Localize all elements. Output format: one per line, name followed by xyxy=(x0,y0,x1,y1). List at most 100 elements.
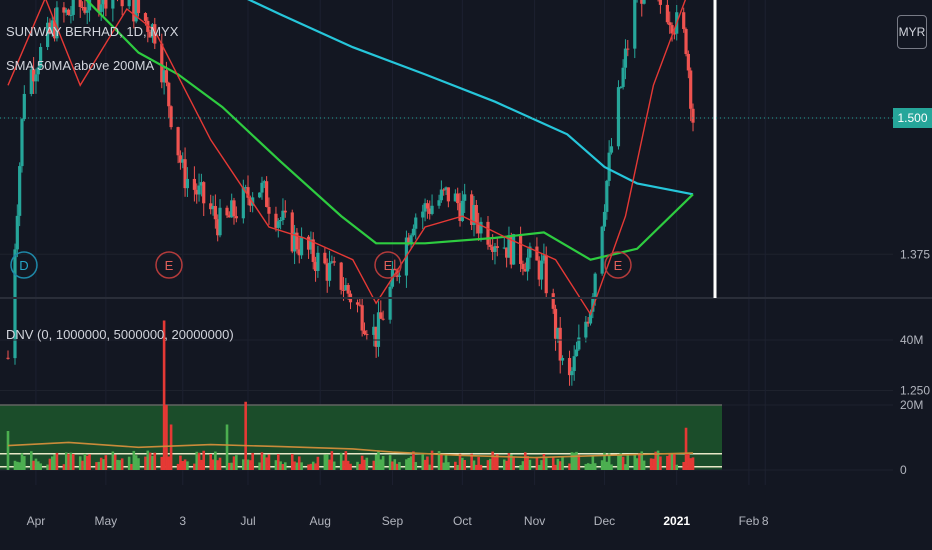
candle-body xyxy=(346,285,350,294)
candle-body xyxy=(258,192,262,198)
candle-body xyxy=(225,207,229,216)
volume-bar xyxy=(421,453,425,470)
volume-bar xyxy=(202,450,206,470)
volume-bar xyxy=(491,451,494,470)
indicator-title: SMA 50MA above 200MA xyxy=(6,58,155,73)
time-tick-label: Feb xyxy=(739,514,760,528)
candle-body xyxy=(425,203,429,209)
chart-header: SUNWAY BERHAD, 1D, MYX SMA 50MA above 20… xyxy=(6,24,178,73)
volume-bar xyxy=(537,464,541,470)
volume-bar xyxy=(130,463,133,470)
volume-bar xyxy=(461,457,464,470)
candle-body xyxy=(616,87,621,147)
candle-body xyxy=(120,0,124,7)
volume-bar xyxy=(23,456,26,470)
volume-bar xyxy=(127,456,131,470)
volume-bar xyxy=(314,463,317,470)
volume-axis-ticks: 40M 20M 0 xyxy=(900,333,923,477)
volume-bar xyxy=(260,452,264,470)
volume-bar xyxy=(88,454,91,470)
event-marker-label: E xyxy=(384,258,393,273)
volume-bar xyxy=(83,453,87,470)
volume-bar xyxy=(621,456,625,470)
candle-body xyxy=(600,226,604,274)
volume-bar xyxy=(265,457,268,470)
volume-bar xyxy=(505,460,508,470)
volume-tick-label: 0 xyxy=(900,463,907,477)
candle-body xyxy=(388,286,392,320)
volume-bar xyxy=(309,463,313,470)
volume-bar xyxy=(551,457,555,470)
volume-bar xyxy=(169,424,173,470)
candle-body xyxy=(127,0,131,7)
candle-body xyxy=(218,207,222,236)
chart-canvas: 1.6251.5001.3751.250 DEEE 40M20M0 AprMay… xyxy=(0,0,932,528)
volume-bar xyxy=(519,465,522,470)
volume-bar xyxy=(591,455,595,470)
volume-bar xyxy=(216,460,219,470)
candle-body xyxy=(213,205,217,220)
candle-body xyxy=(474,205,478,224)
volume-bar xyxy=(540,460,543,470)
candle-body xyxy=(283,210,287,213)
candle-body xyxy=(437,200,441,206)
volume-bar xyxy=(151,455,154,470)
time-axis-ticks: Apr May 3 Jul Aug Sep Oct Nov Dec 2021 Feb 8 xyxy=(27,514,769,528)
volume-bar xyxy=(554,464,557,470)
currency-badge[interactable]: MYR xyxy=(897,15,927,49)
volume-pane: 40M 20M 0 xyxy=(0,320,923,477)
volume-bar xyxy=(398,462,401,470)
volume-bar xyxy=(544,457,548,470)
volume-bar xyxy=(193,463,196,470)
candle-body xyxy=(167,82,171,107)
volume-bar xyxy=(346,460,350,470)
volume-bar xyxy=(263,454,266,470)
volume-bar xyxy=(104,455,108,470)
volume-bar xyxy=(561,456,564,470)
volume-bar xyxy=(235,455,238,470)
candle-body xyxy=(463,194,467,201)
candle-body xyxy=(185,178,190,189)
volume-bar xyxy=(116,459,119,470)
candle-body xyxy=(525,257,530,272)
volume-bar xyxy=(30,451,33,470)
price-badge: 1.500 xyxy=(893,108,932,128)
volume-bar xyxy=(78,456,82,470)
candle-body xyxy=(488,244,492,247)
volume-bar xyxy=(477,457,480,470)
volume-bar xyxy=(624,464,627,470)
volume-bar xyxy=(246,459,250,470)
volume-bar xyxy=(97,461,101,470)
candle-body xyxy=(267,206,271,214)
candle-body xyxy=(658,0,662,5)
volume-bar xyxy=(463,459,466,470)
volume-bar xyxy=(328,459,331,470)
volume-bar xyxy=(71,453,75,470)
time-tick-label: Jul xyxy=(240,514,255,528)
event-marker-label: D xyxy=(19,258,28,273)
volume-bar xyxy=(186,461,189,470)
candle-body xyxy=(397,275,402,277)
volume-bar xyxy=(311,461,315,470)
candle-body xyxy=(430,205,434,214)
candle-body xyxy=(607,152,611,181)
candle-body xyxy=(365,334,369,336)
volume-bar xyxy=(69,452,73,470)
candle-body xyxy=(686,54,690,71)
candle-body xyxy=(197,185,201,195)
volume-bar xyxy=(228,462,231,470)
volume-bar xyxy=(456,465,459,470)
time-tick-label: Nov xyxy=(524,514,545,528)
volume-bar xyxy=(502,459,506,470)
volume-tick-label: 20M xyxy=(900,398,923,412)
candle-body xyxy=(360,305,364,331)
volume-bar xyxy=(558,461,562,470)
volume-bar xyxy=(132,450,136,470)
volume-bar xyxy=(251,452,254,470)
volume-bar xyxy=(144,456,147,470)
candle-body xyxy=(71,0,75,15)
volume-bar xyxy=(365,457,369,470)
volume-bar xyxy=(176,463,180,470)
candle-body xyxy=(22,93,26,120)
volume-bar xyxy=(391,461,394,470)
